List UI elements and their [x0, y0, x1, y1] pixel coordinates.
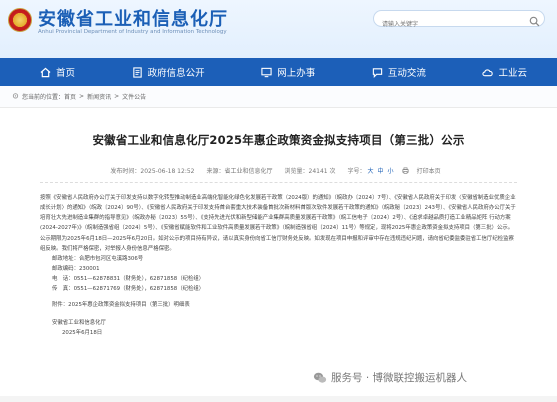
article: 安徽省工业和信息化厅2025年惠企政策资金拟支持项目（第三批）公示 发布时间：2… [0, 132, 557, 338]
breadcrumb-item-news[interactable]: 新闻资讯 [87, 92, 111, 101]
page: 安徽省工业和信息化厅 Anhui Provincial Department o… [0, 0, 557, 402]
contact-fax: 传 真：0551—62871769（财务处），62871858（纪检组） [52, 286, 205, 292]
watermark: 服务号 · 博微联控搬运机器人 [313, 370, 467, 385]
search-icon [529, 16, 540, 27]
breadcrumb-separator: > [114, 93, 120, 100]
contact-postcode: 邮政编码：230001 [52, 266, 100, 272]
nav-label: 互动交流 [387, 68, 426, 79]
font-size-label: 字号： [347, 168, 366, 175]
nav-item-gov-info[interactable]: 政府信息公开 [132, 65, 205, 79]
breadcrumb-separator: > [79, 93, 85, 100]
cloud-icon [482, 68, 494, 76]
national-emblem-icon [8, 8, 32, 32]
monitor-icon [261, 67, 272, 77]
contact-phone: 电 话：0551—62878831（财务处），62871858（纪检组） [52, 276, 205, 282]
nav-item-home[interactable]: 首页 [40, 65, 75, 79]
print-label: 打印本页 [416, 168, 441, 175]
attachment-link[interactable]: 附件：2025年惠企政策资金拟支持项目（第三批）明细表 [40, 300, 517, 310]
footer-bar [0, 396, 557, 402]
print-button[interactable]: 打印本页 [402, 166, 447, 175]
nav-label: 政府信息公开 [147, 68, 205, 79]
printer-icon [402, 167, 409, 174]
home-icon [40, 67, 51, 77]
site-title[interactable]: 安徽省工业和信息化厅 [38, 5, 228, 31]
font-size-medium-button[interactable]: 中 [378, 166, 384, 175]
site-subtitle: Anhui Provincial Department of Industry … [38, 29, 227, 35]
article-meta: 发布时间：2025-06-18 12:52 来源：省工业和信息化厅 浏览量：24… [40, 166, 517, 183]
nav-label: 网上办事 [277, 68, 316, 79]
breadcrumb-prefix: 您当前的位置： [22, 94, 65, 101]
main-nav: 首页 政府信息公开 网上办事 互动交流 工业云 [0, 58, 557, 86]
search-box[interactable] [373, 10, 545, 32]
site-header: 安徽省工业和信息化厅 Anhui Provincial Department o… [0, 0, 557, 58]
font-size-small-button[interactable]: 小 [388, 166, 394, 175]
contact-address: 邮政地址：合肥市包河区屯溪路306号 [52, 256, 144, 262]
document-icon [132, 66, 142, 78]
nav-item-online-service[interactable]: 网上办事 [261, 65, 315, 79]
article-source: 来源：省工业和信息化厅 [206, 168, 273, 175]
article-body: 按照《安徽省人民政府办公厅关于印发支持以数字化转型推动制造业高端化智能化绿色化发… [0, 183, 557, 338]
search-button[interactable] [529, 12, 542, 27]
sign-date: 2025年6月18日 [62, 330, 103, 336]
article-paragraph: 按照《安徽省人民政府办公厅关于印发支持以数字化转型推动制造业高端化智能化绿色化发… [40, 195, 516, 231]
publish-date: 发布时间：2025-06-18 12:52 [110, 168, 195, 175]
article-paragraph: 公示期限为2025年6月18日—2025年6月20日。如对公示的项目持有异议，请… [40, 236, 514, 252]
nav-item-industry-cloud[interactable]: 工业云 [482, 65, 527, 79]
article-title: 安徽省工业和信息化厅2025年惠企政策资金拟支持项目（第三批）公示 [92, 133, 465, 147]
breadcrumb-item-notices[interactable]: 文件公告 [122, 92, 146, 101]
nav-label: 工业云 [498, 68, 527, 79]
breadcrumb: 您当前的位置： 首页 > 新闻资讯 > 文件公告 [0, 86, 557, 108]
nav-item-interaction[interactable]: 互动交流 [372, 65, 426, 79]
font-size-large-button[interactable]: 大 [368, 166, 374, 175]
location-icon [12, 93, 19, 99]
breadcrumb-item-home[interactable]: 首页 [64, 92, 76, 101]
signature: 安徽省工业和信息化厅 [52, 320, 106, 326]
search-input[interactable] [374, 17, 514, 32]
nav-label: 首页 [56, 68, 76, 79]
watermark-text: 服务号 · 博微联控搬运机器人 [331, 372, 468, 384]
wechat-icon [313, 372, 327, 383]
view-count: 浏览量：24141 次 [284, 168, 336, 175]
chat-icon [372, 67, 383, 78]
